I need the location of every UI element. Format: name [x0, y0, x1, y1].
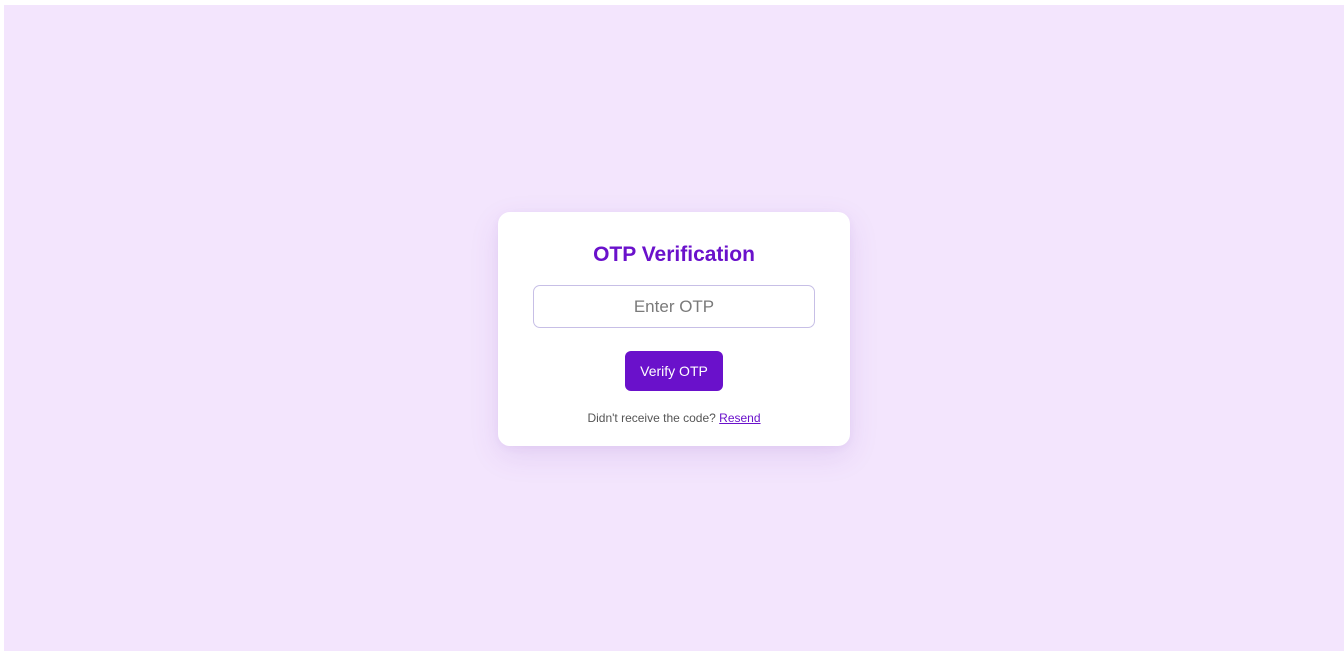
resend-prompt: Didn't receive the code? — [587, 411, 716, 425]
resend-link[interactable]: Resend — [719, 411, 760, 425]
verify-otp-button[interactable]: Verify OTP — [625, 351, 723, 391]
otp-input[interactable] — [533, 285, 815, 328]
card-title: OTP Verification — [593, 243, 755, 266]
resend-row: Didn't receive the code? Resend — [498, 410, 850, 426]
page-background: OTP Verification Verify OTP Didn't recei… — [4, 5, 1344, 651]
otp-card: OTP Verification Verify OTP Didn't recei… — [498, 212, 850, 446]
